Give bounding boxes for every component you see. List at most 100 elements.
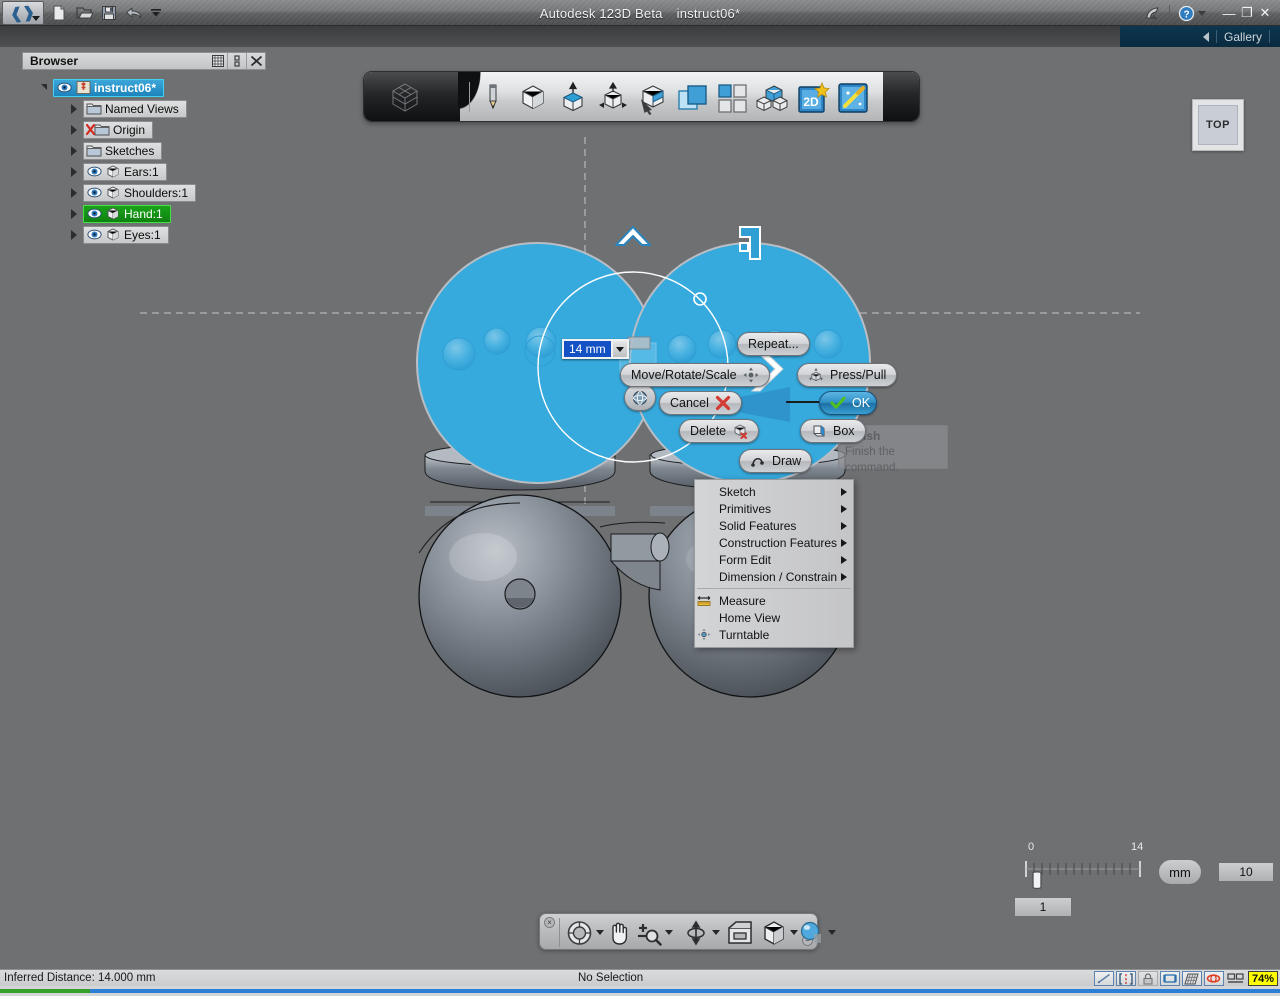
tree-row[interactable]: Shoulders:1: [22, 182, 266, 203]
tree-item-origin[interactable]: Origin: [83, 120, 154, 139]
ok-button[interactable]: OK: [819, 391, 877, 415]
tree-item-eyes-1[interactable]: Eyes:1: [83, 225, 169, 244]
menu-item-home-view[interactable]: Home View: [695, 609, 853, 626]
tree-twisty-closed-icon[interactable]: [68, 145, 80, 157]
chevron-down-icon[interactable]: [712, 930, 720, 935]
tree-row[interactable]: instruct06*: [22, 77, 266, 98]
scale-slider-handle[interactable]: [1030, 871, 1044, 891]
smart-tool[interactable]: [836, 81, 870, 115]
undo-button[interactable]: [123, 3, 145, 23]
view-orientation-indicator[interactable]: TOP: [1192, 99, 1244, 151]
zoom-level-indicator[interactable]: 74%: [1247, 971, 1278, 986]
constraints-toggle[interactable]: [1115, 971, 1136, 986]
grid-toggle[interactable]: [1181, 971, 1202, 986]
menu-item-form-edit[interactable]: Form Edit: [695, 551, 853, 568]
tree-twisty-closed-icon[interactable]: [68, 124, 80, 136]
tree-row[interactable]: Hand:1: [22, 203, 266, 224]
units-button[interactable]: mm: [1158, 859, 1202, 885]
help-button[interactable]: ?: [1176, 3, 1196, 23]
material-button[interactable]: [799, 919, 836, 946]
navbar-close-button[interactable]: ×: [544, 917, 555, 928]
tree-row[interactable]: Sketches: [22, 140, 266, 161]
tree-item-named-views[interactable]: Named Views: [83, 99, 187, 118]
sketch-tool[interactable]: [476, 81, 510, 115]
dimension-value-input[interactable]: 14 mm: [564, 341, 611, 357]
tree-twisty-closed-icon[interactable]: [68, 208, 80, 220]
press-pull-button[interactable]: Press/Pull: [797, 363, 898, 387]
snap-increment-field[interactable]: 1: [1014, 897, 1072, 917]
menu-item-solid-features[interactable]: Solid Features: [695, 517, 853, 534]
tree-row[interactable]: Origin: [22, 119, 266, 140]
visibility-eye-icon[interactable]: [86, 165, 102, 179]
loop-toggle[interactable]: [1203, 971, 1224, 986]
chevron-down-icon[interactable]: [828, 930, 836, 935]
tree-twisty-closed-icon[interactable]: [68, 187, 80, 199]
menu-item-sketch[interactable]: Sketch: [695, 483, 853, 500]
visibility-eye-icon[interactable]: [56, 81, 72, 95]
tree-item-sketches[interactable]: Sketches: [83, 141, 163, 160]
move-rotate-scale-button[interactable]: Move/Rotate/Scale: [620, 363, 770, 387]
chevron-down-icon[interactable]: [665, 930, 673, 935]
chevron-down-icon[interactable]: [790, 930, 798, 935]
orbit-widget[interactable]: [624, 384, 656, 411]
gallery-tab[interactable]: Gallery: [1120, 26, 1280, 47]
open-file-button[interactable]: [73, 3, 95, 23]
look-at-button[interactable]: [727, 919, 754, 946]
tree-row[interactable]: Eyes:1: [22, 224, 266, 245]
scale-widget[interactable]: 0 14 mm 10 1: [1006, 841, 1274, 921]
viewport-canvas[interactable]: Browser instruct06* Named Views Origin S…: [0, 47, 1280, 969]
tree-row[interactable]: Ears:1: [22, 161, 266, 182]
grid-spacing-field[interactable]: 10: [1218, 862, 1274, 882]
menu-item-turntable[interactable]: Turntable: [695, 626, 853, 643]
qat-overflow-button[interactable]: [145, 3, 167, 23]
tree-item-hand-1[interactable]: Hand:1: [83, 204, 171, 223]
repeat-button[interactable]: Repeat...: [737, 332, 810, 356]
tree-item-instruct06[interactable]: instruct06*: [53, 78, 165, 97]
browser-filter-button[interactable]: [209, 53, 227, 69]
layout-toggle[interactable]: [1226, 971, 1246, 986]
tree-twisty-closed-icon[interactable]: [68, 229, 80, 241]
box-button[interactable]: Box: [800, 419, 866, 443]
browser-dock-button[interactable]: [228, 53, 246, 69]
context-menu[interactable]: Sketch Primitives Solid Features Constructi…: [694, 479, 854, 648]
left-triangle-icon[interactable]: [1202, 31, 1209, 42]
lock-toggle[interactable]: [1137, 971, 1158, 986]
zoom-button[interactable]: [636, 919, 673, 946]
pattern-tool[interactable]: [716, 81, 750, 115]
share-button[interactable]: [1143, 3, 1163, 23]
combine-tool[interactable]: [676, 81, 710, 115]
transform-tool[interactable]: [596, 81, 630, 115]
save-button[interactable]: [98, 3, 120, 23]
visibility-eye-icon[interactable]: [86, 186, 102, 200]
dimension-toggle[interactable]: [1159, 971, 1180, 986]
menu-item-construction-features[interactable]: Construction Features: [695, 534, 853, 551]
2d-sketch-tool[interactable]: 2D: [796, 81, 830, 115]
primitives-tool[interactable]: [516, 81, 550, 115]
tree-item-ears-1[interactable]: Ears:1: [83, 162, 167, 181]
close-window-button[interactable]: ✕: [1256, 4, 1274, 22]
help-dropdown-icon[interactable]: [1198, 10, 1206, 16]
dimension-dropdown-button[interactable]: [610, 341, 627, 357]
steering-wheel-button[interactable]: [566, 919, 604, 946]
menu-item-measure[interactable]: Measure: [695, 592, 853, 609]
view-cube-button[interactable]: [761, 919, 798, 946]
tree-twisty-open-icon[interactable]: [38, 82, 50, 94]
new-file-button[interactable]: [48, 3, 70, 23]
visibility-eye-icon[interactable]: [86, 207, 102, 221]
model-tree[interactable]: instruct06* Named Views Origin Sketches Ears…: [22, 77, 266, 245]
navigation-bar[interactable]: × −: [539, 913, 836, 950]
draw-button[interactable]: Draw: [739, 449, 813, 473]
tree-row[interactable]: Named Views: [22, 98, 266, 119]
menu-item-primitives[interactable]: Primitives: [695, 500, 853, 517]
restore-window-button[interactable]: ❐: [1238, 4, 1256, 22]
snap-line-toggle[interactable]: [1093, 971, 1114, 986]
dimension-input-group[interactable]: 14 mm: [562, 339, 629, 359]
pan-button[interactable]: [606, 919, 632, 946]
minimize-window-button[interactable]: —: [1220, 4, 1238, 22]
delete-button[interactable]: Delete: [679, 419, 760, 443]
tree-twisty-closed-icon[interactable]: [68, 103, 80, 115]
grouping-tool[interactable]: [756, 81, 790, 115]
orbit-button[interactable]: [683, 919, 720, 946]
main-toolbar[interactable]: 2D: [363, 71, 920, 122]
visibility-eye-icon[interactable]: [86, 228, 102, 242]
